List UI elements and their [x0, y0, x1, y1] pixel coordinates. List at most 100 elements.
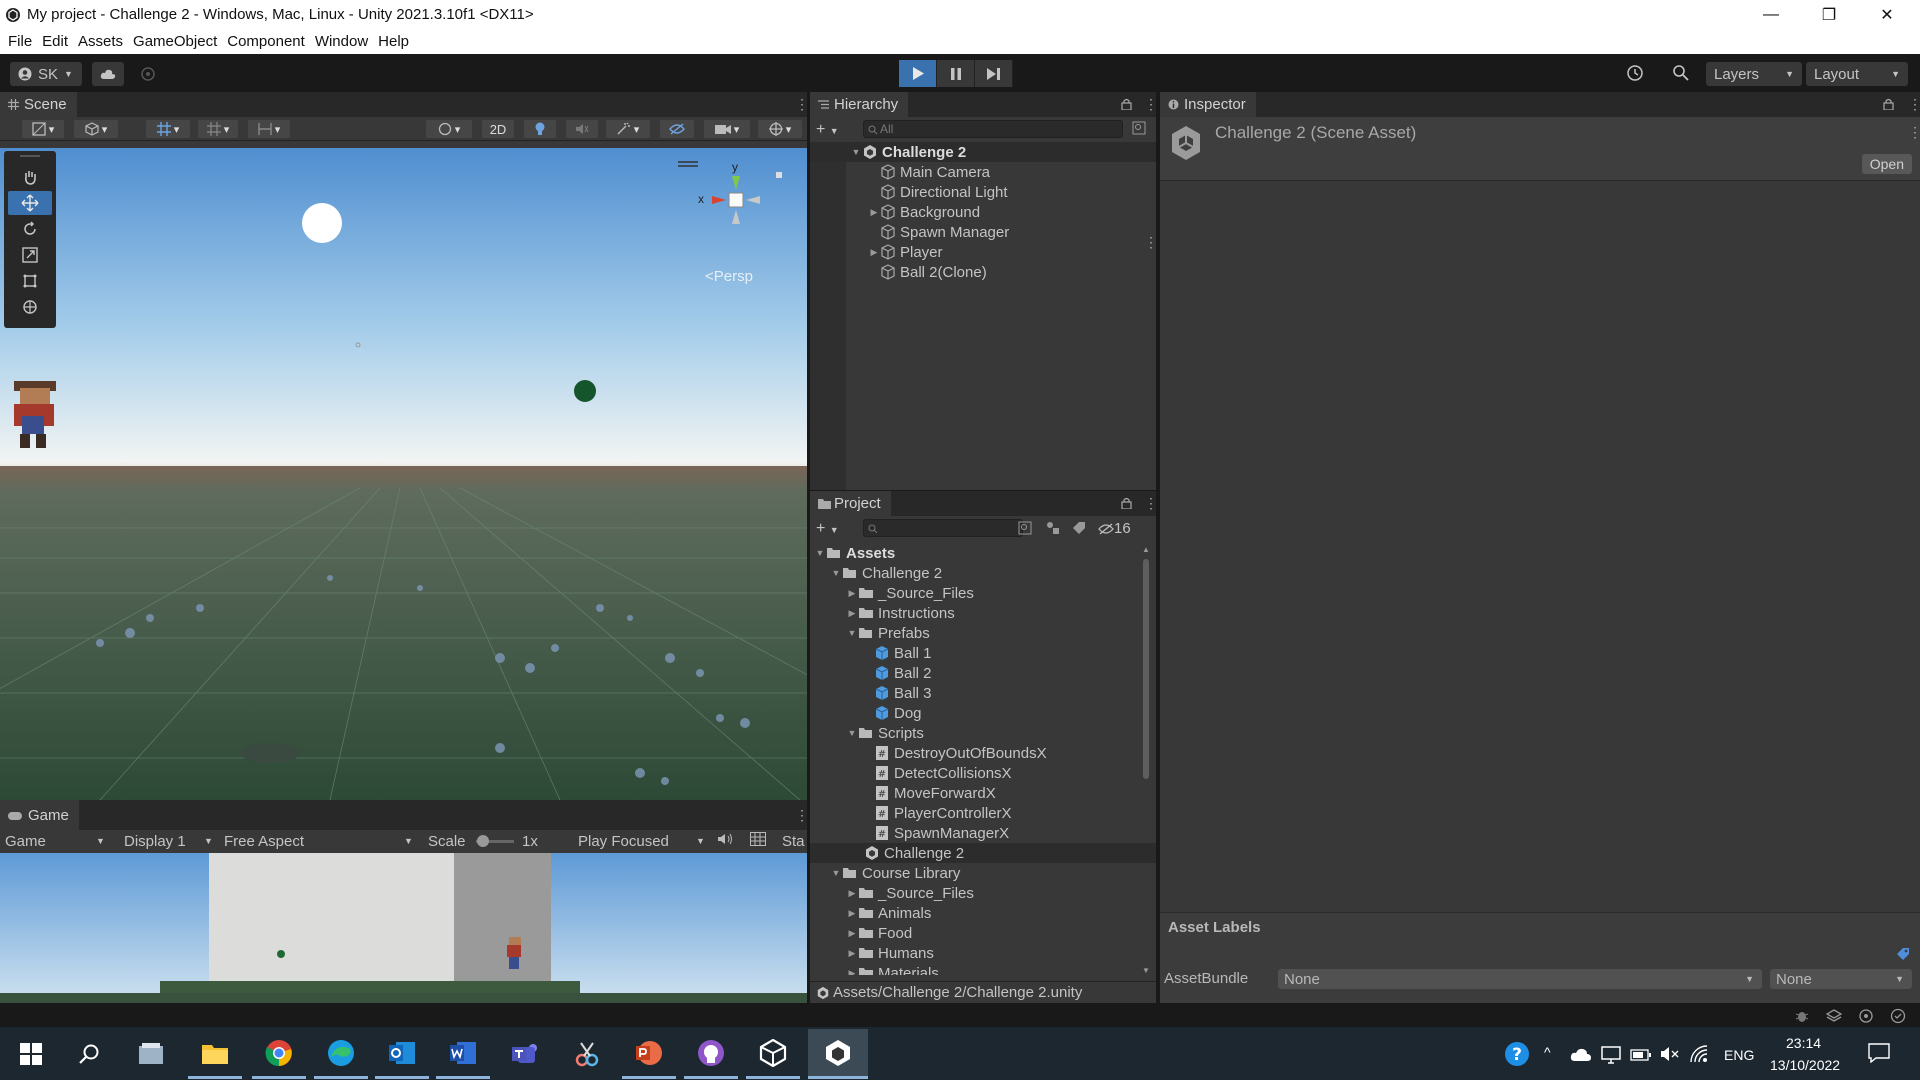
kebab-menu-icon[interactable]: ⋮: [1144, 496, 1158, 510]
menu-edit[interactable]: Edit: [37, 33, 73, 50]
layout-dropdown[interactable]: Layout ▼: [1806, 62, 1908, 86]
search-by-type-button[interactable]: [1018, 521, 1032, 539]
scale-slider-handle[interactable]: [477, 835, 489, 847]
minimize-button[interactable]: —: [1742, 0, 1800, 29]
open-button[interactable]: Open: [1861, 154, 1912, 174]
project-row[interactable]: ▶ Materials: [810, 963, 1156, 975]
clock-time[interactable]: 23:14: [1786, 1035, 1821, 1051]
project-row[interactable]: ▶ _Source_Files: [810, 583, 1156, 603]
taskbar-app[interactable]: [314, 1029, 368, 1079]
help-tray-button[interactable]: ?: [1504, 1041, 1530, 1071]
project-row[interactable]: Ball 1: [810, 643, 1156, 663]
expand-arrow-icon[interactable]: ▶: [846, 908, 858, 919]
expand-arrow-icon[interactable]: ▶: [846, 968, 858, 976]
hand-tool[interactable]: [8, 165, 52, 189]
tab-game[interactable]: Game: [0, 800, 79, 830]
create-dropdown[interactable]: + ▼: [816, 121, 839, 139]
layers-stack-icon[interactable]: [1826, 1008, 1842, 1024]
taskbar-app[interactable]: [622, 1029, 676, 1079]
menu-assets[interactable]: Assets: [73, 33, 128, 50]
mute-audio-button[interactable]: [718, 832, 734, 850]
orientation-dropdown[interactable]: ▾: [426, 120, 472, 138]
menu-component[interactable]: Component: [222, 33, 310, 50]
align-dropdown[interactable]: ▾: [248, 120, 290, 138]
hierarchy-item[interactable]: ▶ Player: [810, 242, 1156, 262]
expand-arrow-icon[interactable]: ▼: [846, 628, 858, 638]
rect-tool[interactable]: [8, 269, 52, 293]
tab-project[interactable]: Project: [810, 491, 891, 516]
scroll-up-icon[interactable]: ▲: [1142, 545, 1150, 554]
network-card-tray-icon[interactable]: [1601, 1046, 1621, 1068]
kebab-menu-icon[interactable]: ⋮: [1908, 125, 1920, 139]
lock-icon[interactable]: [1121, 497, 1132, 509]
expand-arrow-icon[interactable]: ▶: [868, 207, 880, 218]
project-row[interactable]: Ball 2: [810, 663, 1156, 683]
taskbar-app[interactable]: [124, 1029, 178, 1079]
expand-arrow-icon[interactable]: ▶: [846, 588, 858, 599]
expand-arrow-icon[interactable]: ▼: [846, 728, 858, 738]
move-tool[interactable]: [8, 191, 52, 215]
tag-icon[interactable]: [1896, 947, 1910, 961]
expand-arrow-icon[interactable]: ▼: [814, 548, 826, 558]
hierarchy-item[interactable]: Spawn Manager: [810, 222, 1156, 242]
tab-hierarchy[interactable]: Hierarchy: [810, 92, 909, 117]
game-mode-dropdown[interactable]: Game: [5, 833, 46, 850]
clock-date[interactable]: 13/10/2022: [1770, 1057, 1840, 1073]
kebab-menu-icon[interactable]: ⋮: [795, 808, 809, 822]
menu-gameobject[interactable]: GameObject: [128, 33, 222, 50]
expand-arrow-icon[interactable]: ▶: [846, 888, 858, 899]
project-row[interactable]: ▶ Humans: [810, 943, 1156, 963]
taskbar-app[interactable]: [746, 1029, 800, 1079]
scene-viewport[interactable]: y x <Persp: [0, 148, 807, 800]
tab-inspector[interactable]: Inspector: [1160, 92, 1256, 117]
account-dropdown[interactable]: SK ▼: [10, 62, 82, 86]
taskbar-app[interactable]: [188, 1029, 242, 1079]
scroll-down-icon[interactable]: ▼: [1142, 966, 1150, 975]
step-button[interactable]: [975, 60, 1013, 87]
menu-help[interactable]: Help: [373, 33, 414, 50]
project-row[interactable]: ▶ Animals: [810, 903, 1156, 923]
stats-grid-button[interactable]: [750, 832, 766, 850]
project-row[interactable]: ▼ Scripts: [810, 723, 1156, 743]
project-row[interactable]: # SpawnManagerX: [810, 823, 1156, 843]
2d-toggle[interactable]: 2D: [482, 120, 514, 138]
project-row[interactable]: Dog: [810, 703, 1156, 723]
volume-tray-icon[interactable]: [1660, 1046, 1680, 1066]
projection-label[interactable]: <Persp: [705, 268, 753, 285]
taskbar-app[interactable]: [684, 1029, 738, 1079]
cache-server-icon[interactable]: [1858, 1008, 1874, 1024]
pause-button[interactable]: [937, 60, 975, 87]
project-scrollbar[interactable]: ▲ ▼: [1140, 545, 1152, 975]
hierarchy-item[interactable]: Ball 2(Clone): [810, 262, 1156, 282]
project-row[interactable]: ▶ Food: [810, 923, 1156, 943]
menu-window[interactable]: Window: [310, 33, 373, 50]
progress-check-icon[interactable]: [1890, 1008, 1906, 1024]
search-by-label-button[interactable]: [1046, 521, 1060, 539]
kebab-menu-icon[interactable]: ⋮: [1144, 97, 1158, 111]
expand-arrow-icon[interactable]: ▶: [846, 608, 858, 619]
battery-tray-icon[interactable]: [1630, 1048, 1652, 1065]
scene-options-icon[interactable]: ⋮: [1144, 235, 1158, 249]
cloud-button[interactable]: [92, 62, 124, 86]
scale-tool[interactable]: [8, 243, 52, 267]
project-row[interactable]: # DetectCollisionsX: [810, 763, 1156, 783]
scene-gizmo[interactable]: y x: [692, 160, 788, 240]
expand-arrow-icon[interactable]: ▶: [868, 247, 880, 258]
project-search-input[interactable]: [863, 519, 1023, 537]
project-row[interactable]: ▼ Course Library: [810, 863, 1156, 883]
play-button[interactable]: [899, 60, 937, 87]
hierarchy-item[interactable]: ▶ Background: [810, 202, 1156, 222]
gizmos-dropdown[interactable]: ▾: [758, 120, 802, 138]
search-button[interactable]: [1672, 64, 1690, 86]
aspect-dropdown[interactable]: Free Aspect: [224, 833, 304, 850]
audio-toggle[interactable]: [566, 120, 598, 138]
draw-mode-dropdown[interactable]: ▾: [22, 120, 64, 138]
onedrive-tray-icon[interactable]: [1570, 1046, 1592, 1066]
menu-file[interactable]: File: [3, 33, 37, 50]
wifi-tray-icon[interactable]: [1690, 1045, 1710, 1067]
lock-icon[interactable]: [1883, 98, 1894, 110]
effects-dropdown[interactable]: ▾: [606, 120, 650, 138]
filter-label-button[interactable]: [1072, 521, 1086, 539]
project-row[interactable]: # PlayerControllerX: [810, 803, 1156, 823]
camera-dropdown[interactable]: ▾: [704, 120, 750, 138]
